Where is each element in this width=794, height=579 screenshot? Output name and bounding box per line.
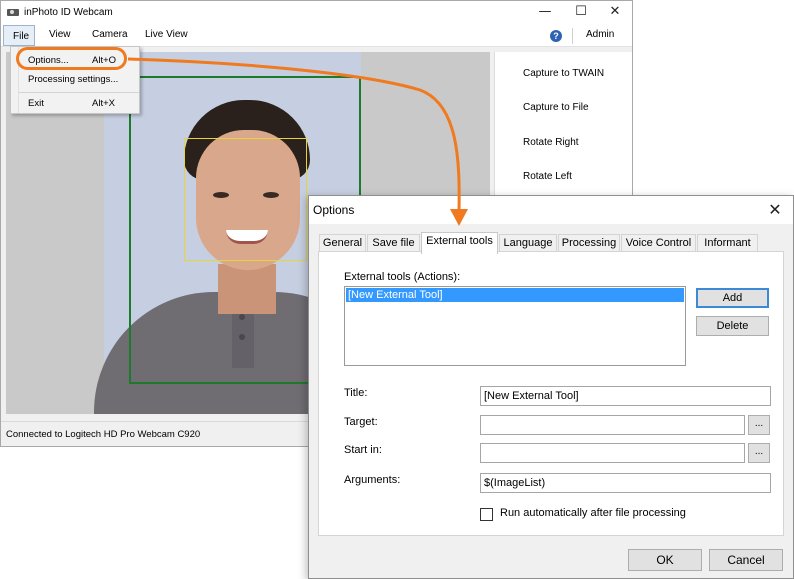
target-field-label: Target: bbox=[344, 416, 378, 428]
menu-exit-item[interactable]: Exit bbox=[28, 98, 44, 109]
menu-file-label: File bbox=[13, 31, 30, 42]
title-field-label: Title: bbox=[344, 387, 368, 399]
tab-language[interactable]: Language bbox=[499, 234, 557, 252]
start-in-field-label: Start in: bbox=[344, 444, 382, 456]
dialog-title: Options bbox=[313, 203, 355, 217]
run-auto-checkbox[interactable] bbox=[480, 508, 493, 521]
start-in-browse-button[interactable]: ... bbox=[748, 443, 770, 463]
help-icon[interactable]: ? bbox=[550, 30, 562, 42]
tab-informant[interactable]: Informant bbox=[697, 234, 758, 252]
target-field[interactable] bbox=[480, 415, 745, 435]
menu-live-view[interactable]: Live View bbox=[145, 29, 188, 40]
title-field[interactable]: [New External Tool] bbox=[480, 386, 771, 406]
tab-save-file[interactable]: Save file bbox=[367, 234, 420, 252]
status-text: Connected to Logitech HD Pro Webcam C920 bbox=[6, 429, 201, 440]
dialog-title-bar: Options ✕ bbox=[309, 196, 793, 224]
external-tools-list[interactable]: [New External Tool] bbox=[344, 286, 686, 366]
screenshot-root: inPhoto ID Webcam — ☐ ✕ File View Camera… bbox=[0, 0, 794, 579]
close-button[interactable]: ✕ bbox=[597, 1, 633, 25]
minimize-button[interactable]: — bbox=[527, 1, 563, 25]
tab-voice-control[interactable]: Voice Control bbox=[621, 234, 696, 252]
menu-bar: File View Camera Live View ? Admin bbox=[1, 25, 632, 47]
arguments-field-label: Arguments: bbox=[344, 474, 401, 486]
menu-camera[interactable]: Camera bbox=[92, 29, 128, 40]
external-tools-page: External tools (Actions): [New External … bbox=[318, 251, 784, 536]
target-browse-button[interactable]: ... bbox=[748, 415, 770, 435]
options-dialog: Options ✕ General Save file External too… bbox=[308, 195, 794, 579]
admin-button[interactable]: Admin bbox=[586, 29, 614, 40]
menu-file[interactable]: File bbox=[3, 25, 35, 46]
maximize-button[interactable]: ☐ bbox=[563, 1, 599, 25]
tab-general[interactable]: General bbox=[319, 234, 366, 252]
menu-separator bbox=[19, 92, 139, 93]
app-title: inPhoto ID Webcam bbox=[24, 7, 113, 18]
rotate-left-button[interactable]: Rotate Left bbox=[523, 171, 572, 182]
menu-processing-settings-item[interactable]: Processing settings... bbox=[28, 74, 118, 85]
run-auto-label[interactable]: Run automatically after file processing bbox=[500, 507, 686, 519]
ok-button[interactable]: OK bbox=[628, 549, 702, 571]
options-highlight-annotation bbox=[16, 47, 127, 70]
face-detection-frame bbox=[184, 138, 307, 261]
menu-separator bbox=[572, 28, 573, 44]
dialog-close-icon[interactable]: ✕ bbox=[763, 199, 787, 221]
webcam-app-icon bbox=[7, 9, 19, 16]
delete-button[interactable]: Delete bbox=[696, 316, 769, 336]
tab-external-tools[interactable]: External tools bbox=[421, 232, 498, 254]
start-in-field[interactable] bbox=[480, 443, 745, 463]
tab-processing[interactable]: Processing bbox=[558, 234, 620, 252]
arguments-field[interactable]: $(ImageList) bbox=[480, 473, 771, 493]
add-button[interactable]: Add bbox=[696, 288, 769, 308]
menu-exit-shortcut: Alt+X bbox=[92, 98, 115, 109]
rotate-right-button[interactable]: Rotate Right bbox=[523, 137, 579, 148]
menu-view[interactable]: View bbox=[49, 29, 71, 40]
cancel-button[interactable]: Cancel bbox=[709, 549, 783, 571]
capture-to-twain-button[interactable]: Capture to TWAIN bbox=[523, 68, 604, 79]
capture-to-file-button[interactable]: Capture to File bbox=[523, 102, 589, 113]
title-bar: inPhoto ID Webcam — ☐ ✕ bbox=[1, 1, 632, 25]
external-tools-label: External tools (Actions): bbox=[344, 271, 461, 283]
list-item[interactable]: [New External Tool] bbox=[346, 288, 684, 302]
